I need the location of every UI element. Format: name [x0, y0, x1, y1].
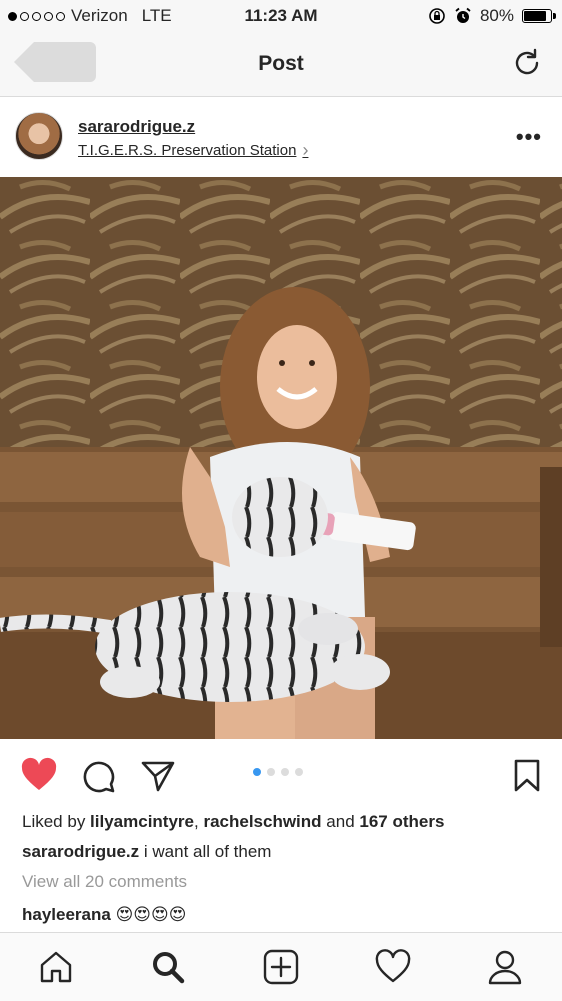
more-options-icon[interactable]: ••• [516, 124, 542, 150]
likes-summary[interactable]: Liked by lilyamcintyre, rachelschwind an… [22, 812, 444, 832]
location-label: T.I.G.E.R.S. Preservation Station [78, 142, 297, 159]
caption-text: i want all of them [139, 842, 272, 861]
add-icon[interactable] [263, 949, 299, 985]
bottom-tab-bar [0, 932, 562, 1001]
comment-icon[interactable] [82, 759, 116, 793]
post-header: sararodrigue.z T.I.G.E.R.S. Preservation… [0, 97, 562, 177]
likes-others[interactable]: 167 others [359, 812, 444, 831]
comment-username[interactable]: hayleerana [22, 905, 111, 924]
navigation-bar: Post [0, 34, 562, 97]
likes-prefix: Liked by [22, 812, 91, 831]
profile-icon[interactable] [487, 949, 523, 985]
chevron-right-icon: › [302, 140, 309, 160]
liker-username-1[interactable]: lilyamcintyre [90, 812, 194, 831]
view-all-comments-link[interactable]: View all 20 comments [22, 872, 187, 892]
post-photo[interactable] [0, 177, 562, 739]
carousel-dot-1 [253, 768, 261, 776]
carousel-dot-2 [267, 768, 275, 776]
caption-username[interactable]: sararodrigue.z [22, 842, 139, 861]
carousel-indicator [253, 768, 303, 776]
home-icon[interactable] [38, 949, 74, 985]
comment-text: 😍😍😍😍 [110, 905, 187, 924]
battery-percent: 80% [479, 6, 514, 25]
status-right: 80% [428, 6, 556, 26]
status-bar: Verizon LTE 11:23 AM 80% [0, 0, 562, 34]
refresh-icon[interactable] [512, 48, 542, 78]
heart-icon[interactable] [20, 757, 58, 793]
carousel-dot-3 [281, 768, 289, 776]
photo-image [0, 177, 562, 739]
liker-username-2[interactable]: rachelschwind [203, 812, 321, 831]
post-caption: sararodrigue.z i want all of them [22, 842, 271, 862]
bookmark-icon[interactable] [513, 759, 541, 793]
alarm-icon [455, 7, 471, 23]
carousel-dot-4 [295, 768, 303, 776]
avatar[interactable] [15, 112, 63, 160]
battery-icon [522, 9, 556, 23]
page-title: Post [258, 52, 304, 75]
rotation-lock-icon [429, 8, 445, 24]
comment-item: hayleerana 😍😍😍😍 [22, 905, 186, 925]
post-username[interactable]: sararodrigue.z [78, 117, 195, 137]
likes-and: and [321, 812, 360, 831]
post-actions [0, 739, 562, 811]
activity-icon[interactable] [375, 949, 411, 985]
share-icon[interactable] [140, 759, 176, 793]
search-icon[interactable] [150, 949, 186, 985]
post-location[interactable]: T.I.G.E.R.S. Preservation Station › [78, 140, 308, 161]
